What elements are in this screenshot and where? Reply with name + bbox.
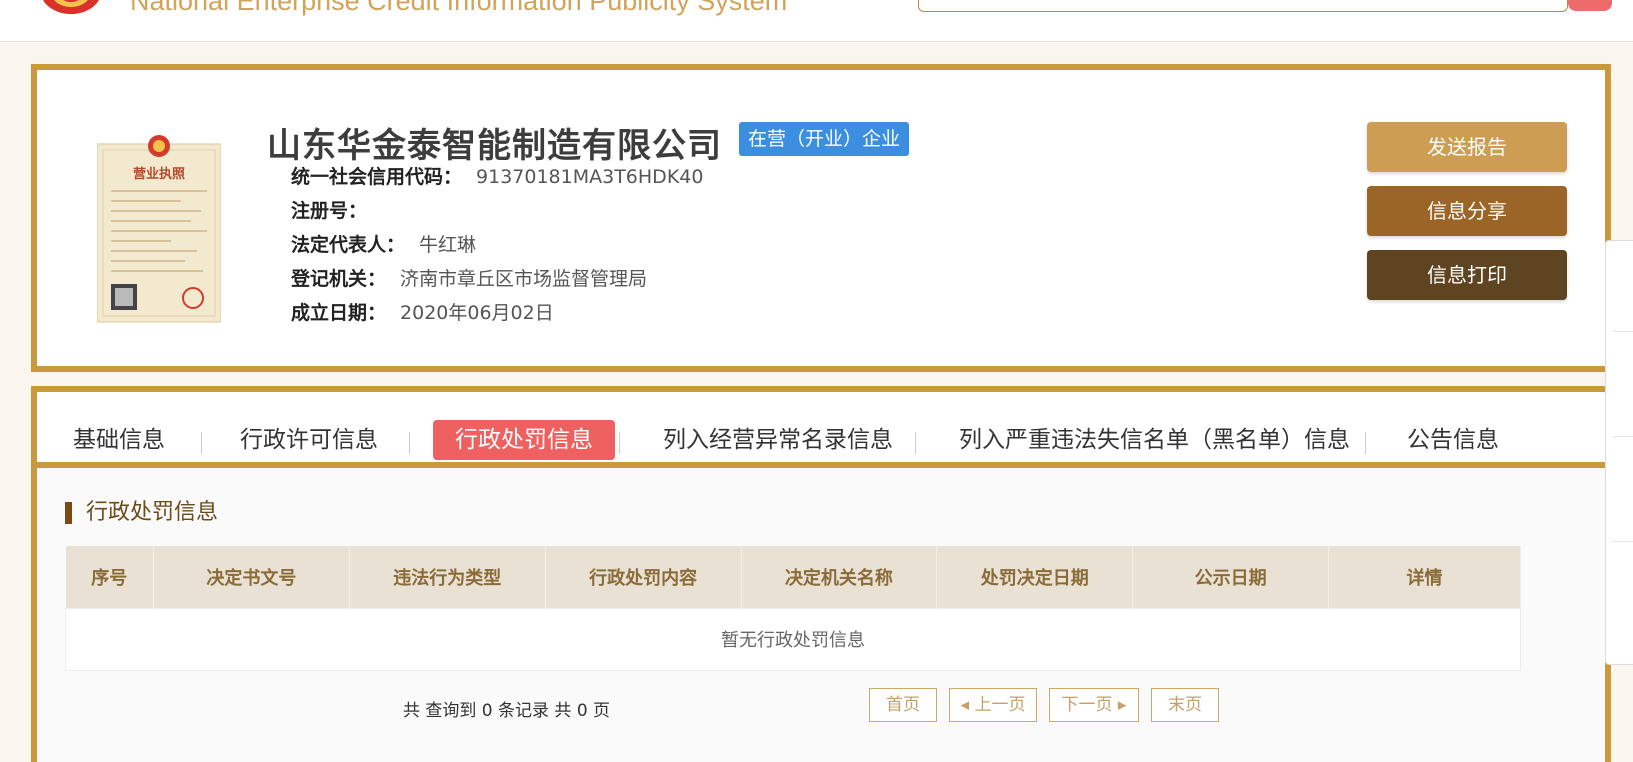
send-report-button[interactable]: 发送报告 (1367, 122, 1567, 172)
tab-divider (1365, 432, 1366, 454)
reg-number-label: 注册号： (291, 200, 368, 222)
national-emblem-icon (43, 0, 99, 14)
triangle-left-icon: ◂ (960, 695, 975, 715)
tab-divider (619, 432, 620, 454)
business-license-image: 营业执照 (97, 135, 221, 323)
tab-blacklist[interactable]: 列入严重违法失信名单（黑名单）信息 (959, 420, 1350, 460)
col-header-decision-number: 决定书文号 (153, 546, 350, 608)
founded-date-value: 2020年06月02日 (400, 302, 554, 324)
triangle-right-icon: ▸ (1112, 695, 1127, 715)
tab-admin-penalty[interactable]: 行政处罚信息 (433, 420, 615, 460)
company-card: 营业执照 山东华金泰智能制造有限公司 在营（开业）企业 统一社会信用代码： 913… (31, 64, 1611, 372)
col-header-authority-name: 决定机关名称 (741, 546, 938, 608)
tab-basic-info[interactable]: 基础信息 (73, 420, 165, 460)
col-header-violation-type: 违法行为类型 (349, 546, 546, 608)
toolbar-divider (1612, 541, 1633, 542)
first-page-button[interactable]: 首页 (869, 688, 937, 722)
tab-bar: 基础信息 行政许可信息 行政处罚信息 列入经营异常名录信息 列入严重违法失信名单… (37, 392, 1605, 468)
tab-divider (915, 432, 916, 454)
next-page-label: 下一页 (1061, 695, 1113, 715)
info-reg-authority: 登记机关： 济南市章丘区市场监督管理局 (291, 264, 647, 291)
col-header-details: 详情 (1328, 546, 1521, 608)
tab-divider (201, 432, 202, 454)
section-title: 行政处罚信息 (65, 502, 218, 524)
tab-abnormal-operation[interactable]: 列入经营异常名录信息 (663, 420, 893, 460)
search-button[interactable] (1568, 0, 1612, 11)
system-title: National Enterprise Credit Information P… (130, 0, 788, 16)
col-header-publish-date: 公示日期 (1132, 546, 1330, 608)
prev-page-label: 上一页 (974, 695, 1026, 715)
col-header-decision-date: 处罚决定日期 (936, 546, 1134, 608)
tab-divider (409, 432, 410, 454)
credit-code-label: 统一社会信用代码： (291, 166, 463, 188)
status-badge: 在营（开业）企业 (739, 122, 910, 156)
empty-table-message: 暂无行政处罚信息 (65, 607, 1521, 671)
info-credit-code: 统一社会信用代码： 91370181MA3T6HDK40 (291, 162, 703, 189)
credit-code-value: 91370181MA3T6HDK40 (476, 166, 704, 188)
toolbar-divider (1612, 331, 1633, 332)
info-panel: 基础信息 行政许可信息 行政处罚信息 列入经营异常名录信息 列入严重违法失信名单… (31, 386, 1611, 762)
tab-announcement[interactable]: 公告信息 (1407, 420, 1499, 460)
col-header-index: 序号 (65, 546, 154, 608)
founded-date-label: 成立日期： (291, 302, 387, 324)
legal-rep-value: 牛红琳 (419, 234, 477, 256)
penalty-section: 行政处罚信息 序号 决定书文号 违法行为类型 行政处罚内容 决定机关名称 处罚决… (37, 468, 1605, 762)
pager-summary: 共 查询到 0 条记录 共 0 页 (403, 701, 611, 721)
prev-page-button[interactable]: ◂ 上一页 (949, 688, 1037, 722)
table-header-row: 序号 决定书文号 违法行为类型 行政处罚内容 决定机关名称 处罚决定日期 公示日… (65, 546, 1521, 608)
share-info-button[interactable]: 信息分享 (1367, 186, 1567, 236)
print-info-button[interactable]: 信息打印 (1367, 250, 1567, 300)
reg-authority-label: 登记机关： (291, 268, 387, 290)
col-header-penalty-content: 行政处罚内容 (545, 546, 742, 608)
next-page-button[interactable]: 下一页 ▸ (1049, 688, 1139, 722)
side-float-toolbar[interactable] (1605, 240, 1633, 665)
legal-rep-label: 法定代表人： (291, 234, 406, 256)
info-reg-number: 注册号： (291, 196, 381, 223)
reg-authority-value: 济南市章丘区市场监督管理局 (400, 268, 648, 290)
company-name: 山东华金泰智能制造有限公司 (267, 126, 722, 166)
info-founded-date: 成立日期： 2020年06月02日 (291, 298, 554, 325)
tab-admin-license[interactable]: 行政许可信息 (240, 420, 378, 460)
penalty-table: 序号 决定书文号 违法行为类型 行政处罚内容 决定机关名称 处罚决定日期 公示日… (65, 546, 1521, 671)
toolbar-divider (1612, 436, 1633, 437)
search-input[interactable] (918, 0, 1568, 12)
top-header: National Enterprise Credit Information P… (0, 0, 1633, 42)
last-page-button[interactable]: 末页 (1151, 688, 1219, 722)
license-title: 营业执照 (133, 166, 185, 182)
info-legal-rep: 法定代表人： 牛红琳 (291, 230, 476, 257)
table-row: 暂无行政处罚信息 (65, 607, 1521, 671)
